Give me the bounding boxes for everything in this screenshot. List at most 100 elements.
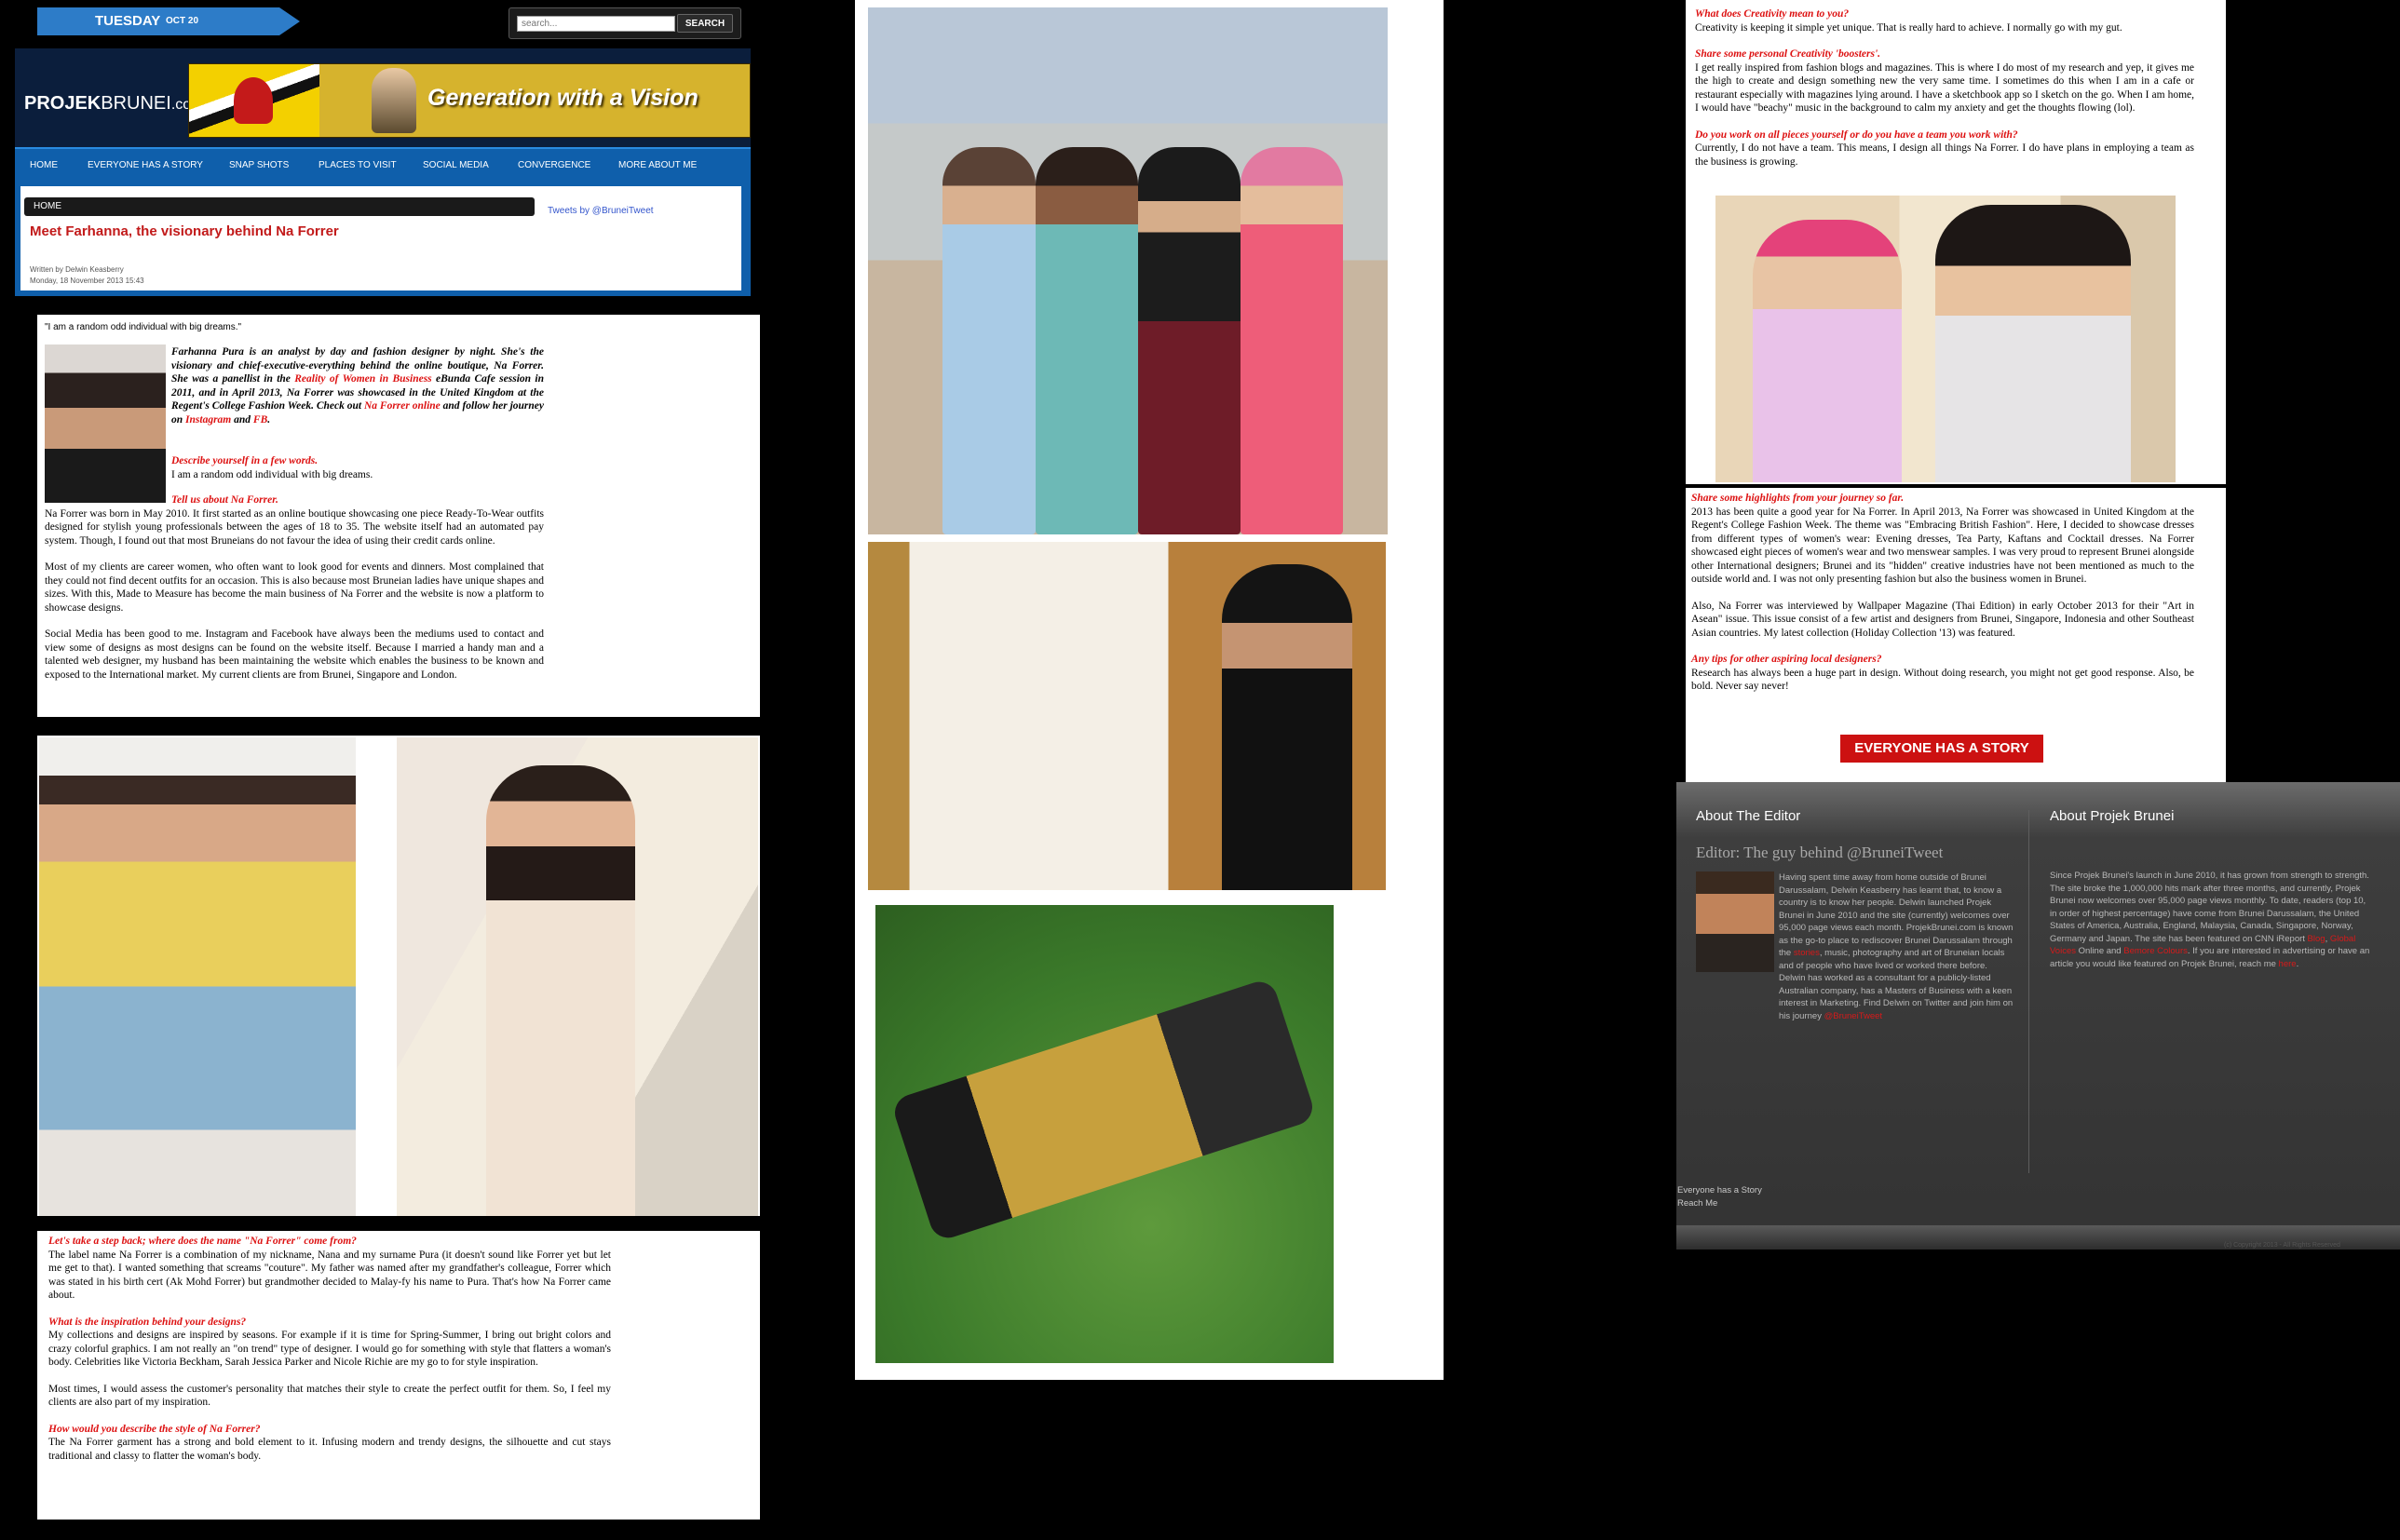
date-banner: TUESDAY OCT 20 xyxy=(37,7,300,35)
copyright: (c) Copyright 2013 - All Rights Reserved xyxy=(2224,1242,2340,1249)
nav-item-home[interactable]: HOME xyxy=(30,160,58,170)
question: What does Creativity mean to you? xyxy=(1695,8,1850,20)
answer: Na Forrer was born in May 2010. It first… xyxy=(45,507,544,547)
group-models-jetty-image xyxy=(868,7,1388,534)
link-na-forrer-online[interactable]: Na Forrer online xyxy=(364,400,441,412)
footer-link-reach[interactable]: Reach Me xyxy=(1677,1197,1717,1210)
question: What is the inspiration behind your desi… xyxy=(48,1316,247,1328)
banner-slogan: Generation with a Vision xyxy=(427,85,698,111)
date-day: TUESDAY xyxy=(95,13,161,29)
search-input[interactable] xyxy=(517,16,675,32)
answer: Research has always been a huge part in … xyxy=(1691,667,2194,693)
qa-describe: Describe yourself in a few words. I am a… xyxy=(171,454,544,481)
question: Any tips for other aspiring local design… xyxy=(1691,654,1882,665)
answer: I get really inspired from fashion blogs… xyxy=(1695,61,2194,115)
qa-list-right: What does Creativity mean to you? Creati… xyxy=(1695,7,2194,182)
page-title: Meet Farhanna, the visionary behind Na F… xyxy=(30,223,339,239)
about-text: . xyxy=(2296,958,2299,969)
header-banner: Generation with a Vision xyxy=(188,63,751,138)
question: Describe yourself in a few words. xyxy=(171,455,319,466)
editor-bio: Having spent time away from home outside… xyxy=(1779,871,2015,1022)
answer: The Na Forrer garment has a strong and b… xyxy=(48,1437,611,1462)
question: Share some personal Creativity 'boosters… xyxy=(1695,48,1881,60)
about-text: Online and xyxy=(2076,946,2124,956)
question: Let's take a step back; where does the n… xyxy=(48,1236,357,1247)
answer: Most of my clients are career women, who… xyxy=(45,561,544,614)
footer-link-story[interactable]: Everyone has a Story xyxy=(1677,1184,1762,1197)
answer: Also, Na Forrer was interviewed by Wallp… xyxy=(1691,600,2194,639)
intro-text: . xyxy=(267,413,271,426)
answer: My collections and designs are inspired … xyxy=(48,1330,611,1368)
byline: Written by Delwin Keasberry Monday, 18 N… xyxy=(30,264,144,287)
about-editor-heading: About The Editor xyxy=(1696,808,1801,824)
link-instagram[interactable]: Instagram xyxy=(185,414,231,426)
nav-item-everyone-has-a-story[interactable]: EVERYONE HAS A STORY xyxy=(88,160,203,170)
intro-text: and xyxy=(231,413,253,426)
editor-avatar xyxy=(1696,871,1774,972)
search-bar: SEARCH xyxy=(508,7,741,39)
link-fb[interactable]: FB xyxy=(253,414,267,426)
answer: The label name Na Forrer is a combinatio… xyxy=(48,1249,611,1302)
model-white-dress-image xyxy=(397,737,758,1216)
article-date: Monday, 18 November 2013 15:43 xyxy=(30,277,144,285)
nav-item-snap-shots[interactable]: SNAP SHOTS xyxy=(229,160,289,170)
answer: I am a random odd individual with big dr… xyxy=(171,468,373,480)
qa-list: Let's take a step back; where does the n… xyxy=(48,1235,611,1476)
qa-tell: Tell us about Na Forrer. Na Forrer was b… xyxy=(45,493,544,695)
question: How would you describe the style of Na F… xyxy=(48,1423,261,1435)
link-bruneitweet[interactable]: @BruneiTweet xyxy=(1824,1011,1882,1021)
date-value: OCT 20 xyxy=(166,16,199,26)
answer: Currently, I do not have a team. This me… xyxy=(1695,142,2194,168)
nav-item-convergence[interactable]: CONVERGENCE xyxy=(518,160,590,170)
qa-list-right-2: Share some highlights from your journey … xyxy=(1691,492,2194,707)
model-figure xyxy=(1753,220,1902,482)
link-bemore-colours[interactable]: Bemore Colours xyxy=(2123,946,2188,956)
answer: Most times, I would assess the customer'… xyxy=(48,1383,611,1409)
model-figure xyxy=(1036,147,1138,534)
breadcrumb[interactable]: HOME xyxy=(24,197,535,216)
link-reality-of-women[interactable]: Reality of Women in Business xyxy=(294,373,431,385)
designer-figure xyxy=(1935,205,2131,482)
editor-title: Editor: The guy behind @BruneiTweet xyxy=(1696,844,1944,861)
model-figure xyxy=(942,147,1036,534)
model-turban-window-image xyxy=(868,542,1386,890)
sultan-portrait-image xyxy=(372,68,416,133)
logo-bold: PROJEK xyxy=(24,93,102,114)
model-figure xyxy=(1138,147,1241,534)
intro-paragraph: Farhanna Pura is an analyst by day and f… xyxy=(171,345,544,426)
nav-item-social-media[interactable]: SOCIAL MEDIA xyxy=(423,160,489,170)
model-figure xyxy=(1222,564,1352,890)
main-nav: HOME EVERYONE HAS A STORY SNAP SHOTS PLA… xyxy=(15,147,751,184)
model-colorful-dress-image xyxy=(39,737,356,1216)
logo-rest: BRUNEI xyxy=(101,93,171,114)
farhanna-portrait-image xyxy=(45,344,166,503)
editor-bio-text: Having spent time away from home outside… xyxy=(1779,872,2014,958)
answer: Creativity is keeping it simple yet uniq… xyxy=(1695,21,2122,34)
question: Do you work on all pieces yourself or do… xyxy=(1695,128,2018,141)
article-author: Written by Delwin Keasberry xyxy=(30,265,124,274)
link-stories[interactable]: stories xyxy=(1794,948,1820,958)
pull-quote: "I am a random odd individual with big d… xyxy=(45,322,242,332)
about-projek-heading: About Projek Brunei xyxy=(2050,808,2175,824)
nav-item-more-about-me[interactable]: MORE ABOUT ME xyxy=(618,160,697,170)
model-figure xyxy=(486,765,635,1216)
answer: Social Media has been good to me. Instag… xyxy=(45,628,544,681)
site-logo[interactable]: PROJEKBRUNEI.com xyxy=(24,93,204,115)
everyone-has-a-story-button[interactable]: EVERYONE HAS A STORY xyxy=(1839,734,2044,763)
nav-item-places-to-visit[interactable]: PLACES TO VISIT xyxy=(319,160,397,170)
model-figure xyxy=(889,977,1318,1243)
model-lying-grass-image xyxy=(875,905,1334,1363)
crest-icon xyxy=(234,77,273,124)
question: Tell us about Na Forrer. xyxy=(171,494,278,506)
search-button[interactable]: SEARCH xyxy=(677,14,733,33)
question: Share some highlights from your journey … xyxy=(1691,493,1905,504)
footer-divider xyxy=(2028,810,2029,1173)
tweets-link[interactable]: Tweets by @BruneiTweet xyxy=(548,206,654,216)
about-projek-text: Since Projek Brunei's launch in June 201… xyxy=(2050,870,2370,970)
answer: 2013 has been quite a good year for Na F… xyxy=(1691,506,2194,586)
model-figure xyxy=(1241,147,1343,534)
makeup-session-image xyxy=(1715,196,2176,482)
link-here[interactable]: here xyxy=(2279,959,2297,969)
link-blog[interactable]: Blog xyxy=(2308,934,2325,944)
editor-bio-text: , music, photography and art of Bruneian… xyxy=(1779,948,2014,1021)
